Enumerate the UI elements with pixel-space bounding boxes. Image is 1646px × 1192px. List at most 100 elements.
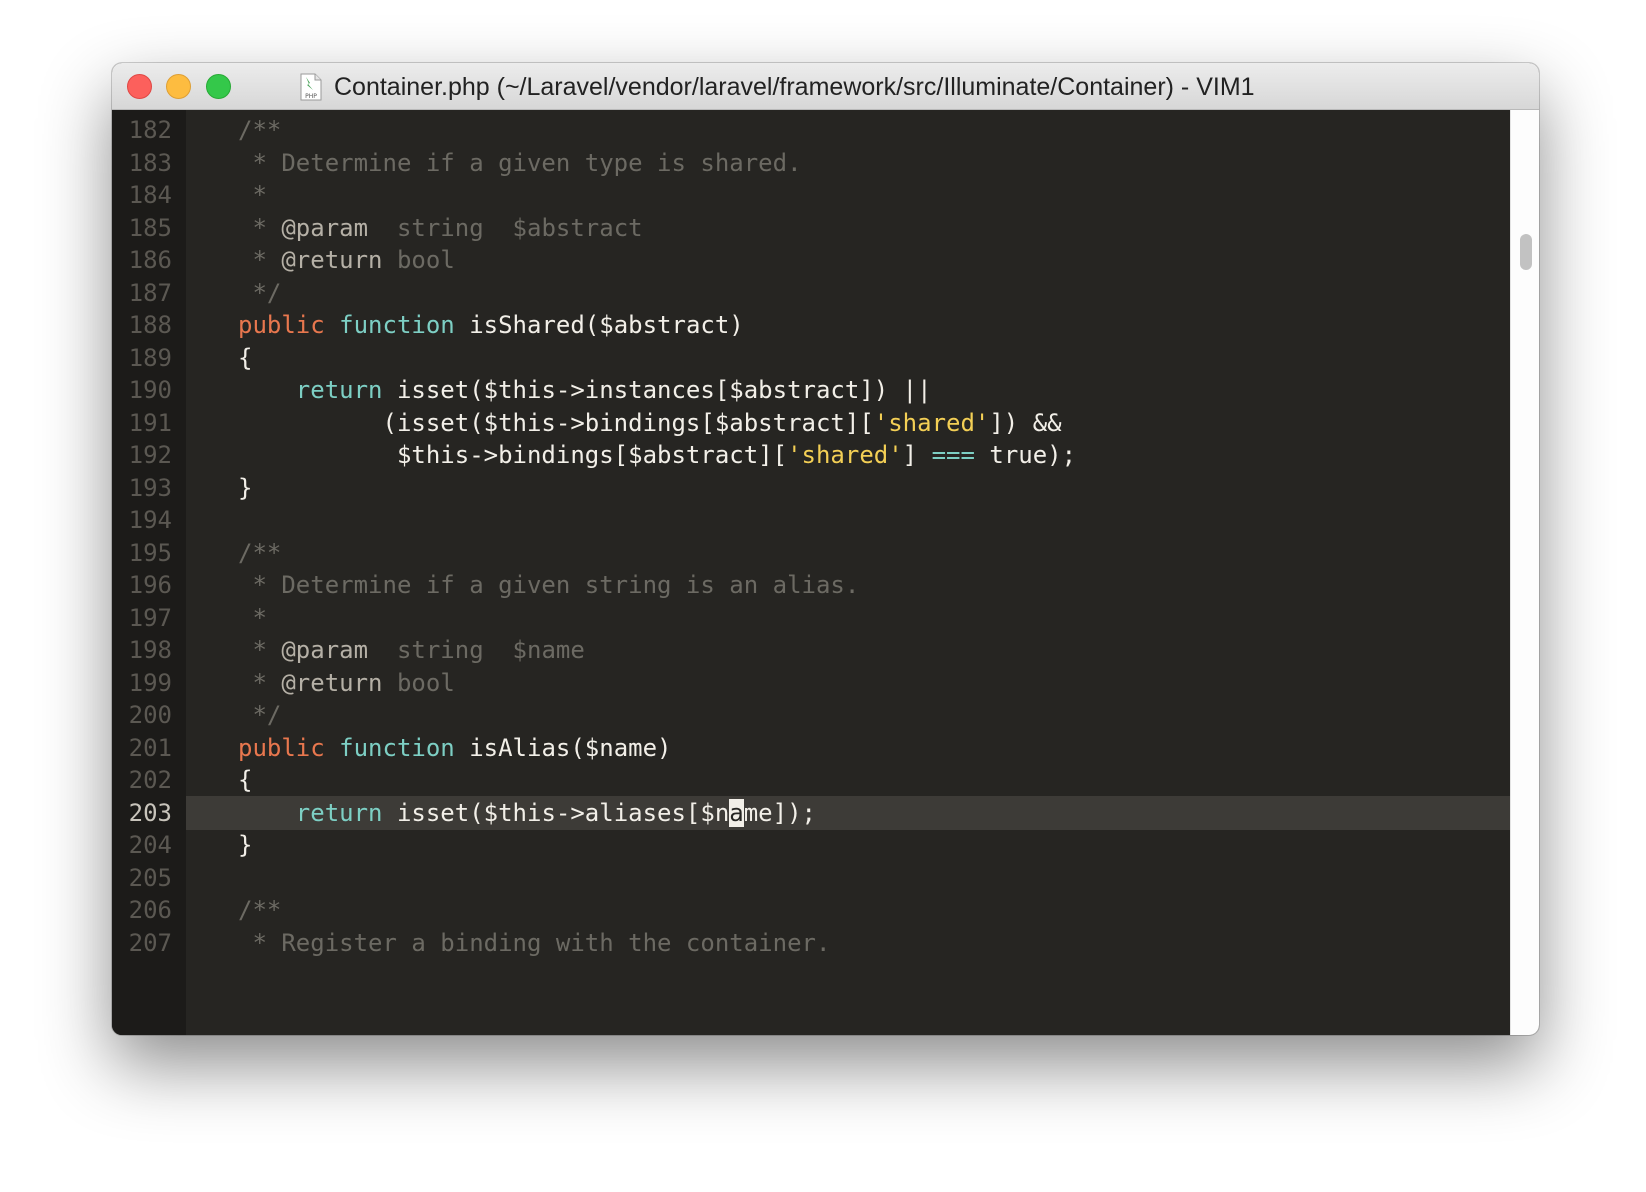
code-line[interactable]: 188 public function isShared($abstract) [112,308,1510,342]
code-line[interactable]: 207 * Register a binding with the contai… [112,926,1510,960]
line-number: 203 [128,798,172,827]
code-line[interactable]: 187 */ [112,276,1510,310]
vim-window: PHP Container.php (~/Laravel/vendor/lara… [112,63,1539,1035]
code-line[interactable]: 195 /** [112,536,1510,570]
code-token-comment: * [238,668,282,697]
code-token-comment: string $abstract [368,213,643,242]
title-bar[interactable]: PHP Container.php (~/Laravel/vendor/lara… [112,63,1539,110]
code-token-comment: /** [238,116,282,144]
code-line[interactable]: 183 * Determine if a given type is share… [112,146,1510,180]
code-line[interactable]: 192 $this->bindings[$abstract]['shared']… [112,438,1510,472]
code-token-def [238,799,296,827]
code-token-def [325,734,339,762]
code-token-def: isset($this->instances[$abstract]) || [382,376,932,404]
line-code[interactable]: { [186,763,1510,797]
code-token-fn: function [339,311,455,339]
code-token-def: ] [902,441,932,469]
minimize-window-button[interactable] [166,74,191,99]
code-token-def: me]); [743,798,816,827]
code-line[interactable]: 205 [112,861,1510,895]
code-token-tag: @param [281,636,369,664]
line-code[interactable]: $this->bindings[$abstract]['shared'] ===… [186,438,1510,472]
scrollbar-thumb[interactable] [1520,234,1532,270]
vertical-scrollbar[interactable] [1510,110,1539,1035]
code-token-tag: @param [281,213,369,242]
code-line[interactable]: 184 * [112,178,1510,212]
close-window-button[interactable] [127,74,152,99]
line-code[interactable]: public function isShared($abstract) [186,308,1510,342]
code-token-comment: */ [238,278,282,307]
line-code[interactable]: /** [186,536,1510,570]
code-line[interactable]: 199 * @return bool [112,666,1510,700]
code-token-kw: public [238,311,325,339]
line-code[interactable]: { [186,341,1510,375]
code-token-fn: function [339,733,455,762]
line-code[interactable]: } [186,471,1510,505]
code-line[interactable]: 196 * Determine if a given string is an … [112,568,1510,602]
line-code[interactable]: /** [186,113,1510,147]
line-number: 195 [128,538,172,567]
code-token-comment: * Determine if a given string is an alia… [238,571,860,599]
line-number: 201 [128,733,172,762]
line-code[interactable]: /** [186,893,1510,927]
line-code[interactable]: * @return bool [186,243,1510,277]
line-code[interactable]: * @param string $abstract [186,211,1510,245]
code-line[interactable]: 186 * @return bool [112,243,1510,277]
code-line[interactable]: 197 * [112,601,1510,635]
code-line[interactable]: 194 [112,503,1510,537]
line-number: 197 [128,603,172,632]
line-number: 200 [128,701,172,729]
line-code[interactable]: return isset($this->instances[$abstract]… [186,373,1510,407]
line-code[interactable]: return isset($this->aliases[$name]); [186,795,1510,830]
line-number: 192 [128,441,172,469]
zoom-window-button[interactable] [206,74,231,99]
code-line[interactable]: 201 public function isAlias($name) [112,731,1510,765]
code-token-def [238,376,296,404]
line-code[interactable] [186,503,1510,537]
line-code[interactable]: * [186,601,1510,635]
line-code[interactable] [186,861,1510,895]
line-code[interactable]: (isset($this->bindings[$abstract]['share… [186,406,1510,440]
code-line-current[interactable]: 203 return isset($this->aliases[$name]); [112,795,1510,830]
line-code[interactable]: * [186,178,1510,212]
code-token-def: { [238,766,253,794]
code-line[interactable]: 206 /** [112,893,1510,927]
code-token-comment: * [238,213,282,242]
line-code[interactable]: public function isAlias($name) [186,731,1510,765]
code-token-comment: * Register a binding with the container. [238,928,831,957]
line-code[interactable]: * Determine if a given type is shared. [186,146,1510,180]
code-line[interactable]: 198 * @param string $name [112,633,1510,667]
line-number: 187 [128,278,172,307]
code-token-comment: bool [382,246,455,274]
code-editor[interactable]: 182/** 183 * Determine if a given type is… [112,110,1510,1035]
code-token-str: 'shared' [873,408,990,437]
code-line[interactable]: 204} [112,828,1510,862]
code-token-fn: return [295,798,383,827]
line-code[interactable]: * Register a binding with the container. [186,926,1510,960]
line-number: 188 [128,311,172,339]
code-line[interactable]: 202 { [112,763,1510,797]
line-number: 183 [128,148,172,177]
code-line[interactable]: 200 */ [112,698,1510,732]
line-code[interactable]: * Determine if a given string is an alia… [186,568,1510,602]
code-line[interactable]: 189 { [112,341,1510,375]
code-token-def: (isset($this->bindings[$abstract][ [238,408,874,437]
code-line[interactable]: 193} [112,471,1510,505]
code-token-def: true); [974,441,1077,469]
line-code[interactable]: } [186,828,1510,862]
line-code[interactable]: */ [186,698,1510,732]
line-number: 196 [128,571,172,599]
code-line[interactable]: 190 return isset($this->instances[$abstr… [112,373,1510,407]
line-code[interactable]: * @param string $name [186,633,1510,667]
line-code[interactable]: */ [186,276,1510,310]
code-line[interactable]: 182 /** [112,113,1510,147]
text-cursor: a [729,798,744,827]
code-token-comment: * [238,246,282,274]
line-number: 185 [128,213,172,242]
code-token-def: isset($this->aliases[$n [382,798,730,827]
code-token-def: } [238,473,253,502]
code-line[interactable]: 185 * @param string $abstract [112,211,1510,245]
code-line[interactable]: 191 (isset($this->bindings[$abstract]['s… [112,406,1510,440]
line-number: 182 [128,116,172,144]
line-code[interactable]: * @return bool [186,666,1510,700]
